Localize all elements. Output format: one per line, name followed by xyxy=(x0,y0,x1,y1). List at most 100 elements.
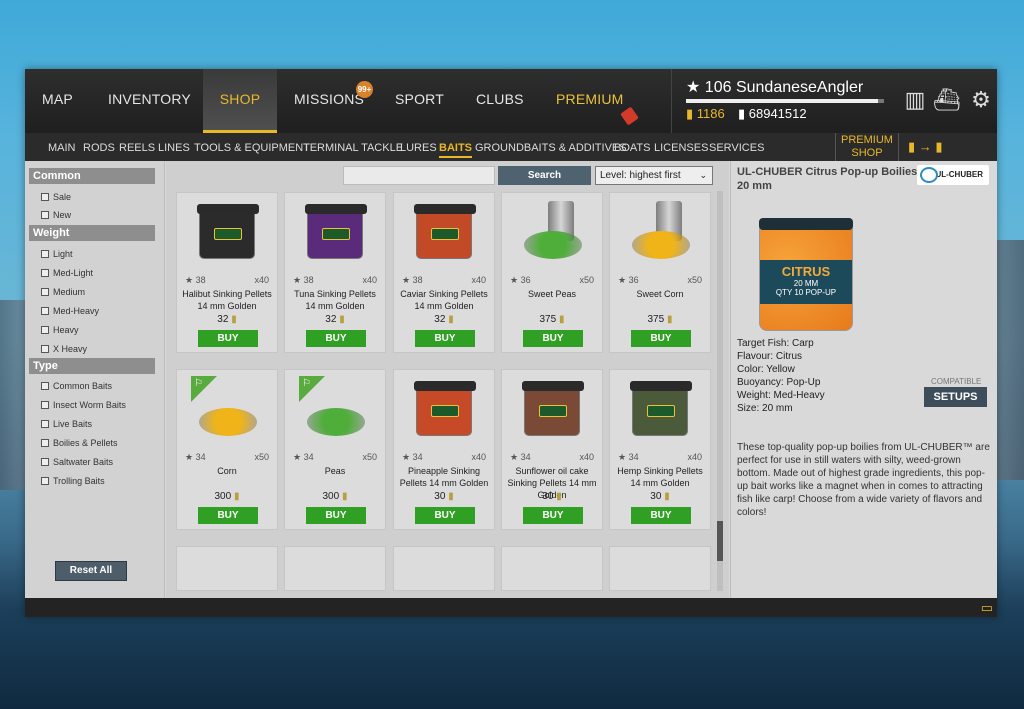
buy-button[interactable]: BUY xyxy=(198,330,258,347)
buy-button[interactable]: BUY xyxy=(631,507,691,524)
checkbox[interactable] xyxy=(41,269,49,277)
leaderboard-icon[interactable]: ▥ xyxy=(899,83,931,117)
product-price: 375 ▮ xyxy=(539,314,565,325)
product-card[interactable]: ★ 38 x40 Halibut Sinking Pellets 14 mm Gol… xyxy=(176,192,278,353)
product-card[interactable]: ⚐ ★ 34 x50 Peas 300 ▮ BUY xyxy=(284,369,386,530)
boat-icon[interactable]: ⛴ xyxy=(931,83,963,117)
filter-boilies-pellets[interactable]: Boilies & Pellets xyxy=(41,437,118,449)
category-groundbaits[interactable]: GROUNDBAITS & ADDITIVES xyxy=(475,133,627,161)
product-name: Peas xyxy=(324,466,346,476)
currency-exchange-icon[interactable]: ▮ → ▮ xyxy=(908,139,943,155)
product-card[interactable] xyxy=(284,546,386,591)
premium-shop-button[interactable]: PREMIUM SHOP xyxy=(835,133,899,161)
product-rating: ★ 38 xyxy=(293,275,314,285)
buy-button[interactable]: BUY xyxy=(415,507,475,524)
checkbox[interactable] xyxy=(41,211,49,219)
nav-map[interactable]: MAP xyxy=(42,69,73,133)
buy-button[interactable]: BUY xyxy=(631,330,691,347)
filter-common-baits[interactable]: Common Baits xyxy=(41,380,112,392)
category-terminal-tackle[interactable]: TERMINAL TACKLE xyxy=(303,133,403,161)
jar-label: CITRUS 20 MM QTY 10 POP-UP xyxy=(760,260,852,304)
search-input[interactable] xyxy=(343,166,495,185)
product-card[interactable] xyxy=(393,546,495,591)
checkbox[interactable] xyxy=(41,439,49,447)
product-card[interactable]: ★ 38 x40 Caviar Sinking Pellets 14 mm Gold… xyxy=(393,192,495,353)
chat-icon[interactable]: ▭ xyxy=(981,600,993,616)
product-card[interactable]: ★ 34 x40 Hemp Sinking Pellets 14 mm Golden… xyxy=(609,369,711,530)
sort-select[interactable]: Level: highest first ⌄ xyxy=(595,166,713,185)
player-profile[interactable]: ★ 106 SundaneseAngler ▮ 1186 ▮ 68941512 xyxy=(671,69,897,133)
nav-sport[interactable]: SPORT xyxy=(395,69,444,133)
category-services[interactable]: SERVICES xyxy=(709,133,764,161)
product-rating: ★ 34 xyxy=(185,452,206,462)
category-baits[interactable]: BAITS xyxy=(439,133,472,161)
buy-button[interactable]: BUY xyxy=(523,330,583,347)
filter-med-heavy[interactable]: Med-Heavy xyxy=(41,305,99,317)
product-name: Sweet Peas xyxy=(527,289,577,299)
scrollbar-thumb[interactable] xyxy=(717,521,723,561)
checkbox[interactable] xyxy=(41,307,49,315)
product-card[interactable] xyxy=(176,546,278,591)
product-card[interactable]: ★ 34 x40 Pineapple Sinking Pellets 14 mm G… xyxy=(393,369,495,530)
checkbox[interactable] xyxy=(41,345,49,353)
filter-trolling-baits[interactable]: Trolling Baits xyxy=(41,475,105,487)
product-price: 300 ▮ xyxy=(322,491,348,502)
category-rods[interactable]: RODS xyxy=(83,133,115,161)
bait-pile xyxy=(307,408,365,436)
filter-medium[interactable]: Medium xyxy=(41,286,85,298)
product-card[interactable]: ★ 36 x50 Sweet Corn 375 ▮ BUY xyxy=(609,192,711,353)
category-lines[interactable]: LINES xyxy=(158,133,190,161)
buy-button[interactable]: BUY xyxy=(306,330,366,347)
filter-light[interactable]: Light xyxy=(41,248,73,260)
scrollbar[interactable] xyxy=(717,191,723,591)
category-tools[interactable]: TOOLS & EQUIPMENT xyxy=(194,133,310,161)
product-card[interactable] xyxy=(501,546,603,591)
reset-all-button[interactable]: Reset All xyxy=(55,561,127,581)
nav-premium[interactable]: PREMIUM xyxy=(556,69,624,133)
setups-button[interactable]: SETUPS xyxy=(924,387,987,407)
category-licenses[interactable]: LICENSES xyxy=(654,133,708,161)
settings-icon[interactable]: ⚙ xyxy=(965,83,997,117)
checkbox[interactable] xyxy=(41,382,49,390)
tub-lid xyxy=(414,381,476,391)
filter-sale[interactable]: Sale xyxy=(41,191,71,203)
checkbox[interactable] xyxy=(41,477,49,485)
checkbox[interactable] xyxy=(41,458,49,466)
nav-shop[interactable]: SHOP xyxy=(203,69,277,133)
checkbox[interactable] xyxy=(41,288,49,296)
category-main[interactable]: MAIN xyxy=(48,133,76,161)
category-lures[interactable]: LURES xyxy=(400,133,437,161)
filter-live-baits[interactable]: Live Baits xyxy=(41,418,92,430)
background-pier xyxy=(0,300,28,490)
search-button[interactable]: Search xyxy=(498,166,591,185)
buy-button[interactable]: BUY xyxy=(415,330,475,347)
checkbox[interactable] xyxy=(41,250,49,258)
product-card[interactable]: ★ 34 x40 Sunflower oil cake Sinking Pellet… xyxy=(501,369,603,530)
checkbox[interactable] xyxy=(41,326,49,334)
filter-insect-worm-baits[interactable]: Insect Worm Baits xyxy=(41,399,126,411)
product-quantity: x40 xyxy=(362,275,377,285)
category-boats[interactable]: BOATS xyxy=(614,133,650,161)
product-card[interactable]: ★ 36 x50 Sweet Peas 375 ▮ BUY xyxy=(501,192,603,353)
bait-tub xyxy=(305,204,367,259)
buy-button[interactable]: BUY xyxy=(198,507,258,524)
product-rating: ★ 38 xyxy=(185,275,206,285)
nav-missions[interactable]: MISSIONS xyxy=(294,69,364,133)
category-reels[interactable]: REELS xyxy=(119,133,155,161)
buy-button[interactable]: BUY xyxy=(523,507,583,524)
checkbox[interactable] xyxy=(41,420,49,428)
checkbox[interactable] xyxy=(41,193,49,201)
filter-saltwater-baits[interactable]: Saltwater Baits xyxy=(41,456,113,468)
product-card[interactable] xyxy=(609,546,711,591)
filter-heavy[interactable]: Heavy xyxy=(41,324,79,336)
checkbox[interactable] xyxy=(41,401,49,409)
nav-inventory[interactable]: INVENTORY xyxy=(108,69,191,133)
product-quantity: x40 xyxy=(471,275,486,285)
product-card[interactable]: ★ 38 x40 Tuna Sinking Pellets 14 mm Golden… xyxy=(284,192,386,353)
filter-new[interactable]: New xyxy=(41,209,71,221)
filter-x-heavy[interactable]: X Heavy xyxy=(41,343,87,355)
filter-med-light[interactable]: Med-Light xyxy=(41,267,93,279)
product-card[interactable]: ⚐ ★ 34 x50 Corn 300 ▮ BUY xyxy=(176,369,278,530)
buy-button[interactable]: BUY xyxy=(306,507,366,524)
nav-clubs[interactable]: CLUBS xyxy=(476,69,524,133)
